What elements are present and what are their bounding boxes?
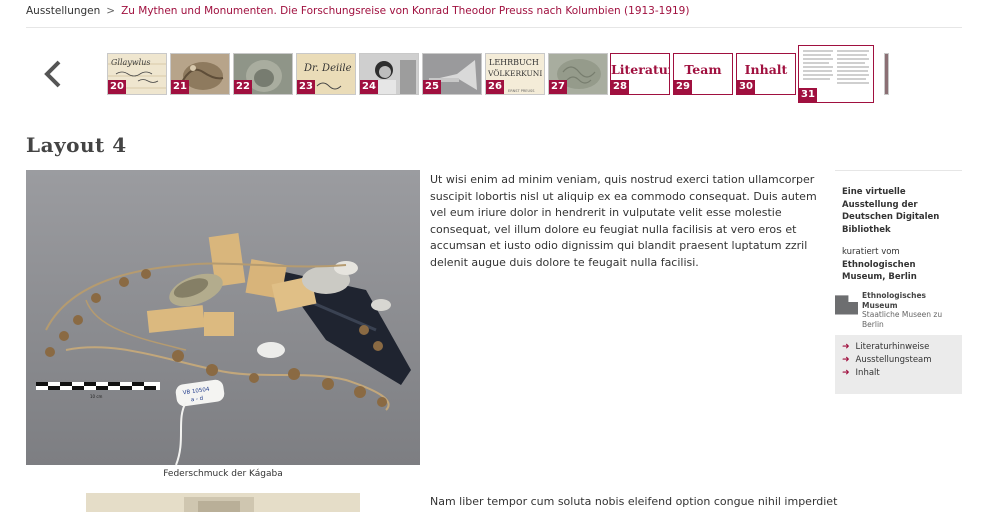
thumbnail-24[interactable]: 24 [359,53,419,95]
thumbnail-23[interactable]: Dr. Deiile 23 [296,53,356,95]
thumbnail-number: 27 [549,80,567,94]
thumbnail-number: 26 [486,80,504,94]
thumbnail-26-line2: VÖLKERKUNI [487,69,542,78]
arrow-right-icon: ➜ [842,342,850,352]
thumbnail-23-handwriting: Dr. Deiile [303,63,352,74]
main-image-feather-ornament[interactable]: 10 cm VB 10504 a - d [26,170,420,465]
thumbnail-number: 23 [297,80,315,94]
museum-logo-line1: Ethnologisches Museum [862,291,927,310]
breadcrumb: Ausstellungen > Zu Mythen und Monumenten. … [26,5,689,17]
thumbnail-number: 28 [611,80,629,94]
breadcrumb-current-link[interactable]: Zu Mythen und Monumenten. Die Forschungs… [121,5,689,17]
body-paragraph-1: Ut wisi enim ad minim veniam, quis nostr… [430,173,817,269]
museum-logo-icon [835,291,859,315]
sidebar-intro: Eine virtuelle Ausstellung der Deutschen… [842,186,960,284]
sidebar-curator-name: Ethnologischen Museum, Berlin [842,259,917,283]
thumbnail-32-partial[interactable] [884,53,889,95]
thumbnail-20[interactable]: Gllaywlus 20 [107,53,167,95]
sidebar-link-inhalt[interactable]: ➜ Inhalt [842,367,955,380]
thumbnail-20-handwriting: Gllaywlus [111,58,150,67]
thumbnail-number: 21 [171,80,189,94]
thumbnail-number: 25 [423,80,441,94]
sidebar-link-ausstellungsteam[interactable]: ➜ Ausstellungsteam [842,354,955,367]
thumbnail-label: Team [684,62,722,77]
page-title: Layout 4 [26,133,127,157]
thumbnail-number: 29 [674,80,692,94]
breadcrumb-separator: > [106,5,116,17]
thumbnail-label: Literatur [611,62,670,77]
thumbnail-30-inhalt[interactable]: Inhalt 30 [736,53,796,95]
thumbnail-27[interactable]: 27 [548,53,608,95]
thumbnail-31-active[interactable]: 31 [798,45,874,103]
sidebar-link-label: Literaturhinweise [855,342,930,352]
thumbnail-21[interactable]: 21 [170,53,230,95]
body-paragraph-2: Nam liber tempor cum soluta nobis eleife… [430,495,838,508]
scale-label: 10 cm [90,394,103,399]
thumbnail-26[interactable]: LEHRBUCH VÖLKERKUNI ERNST PREUSS 26 [485,53,545,95]
thumbnail-number: 31 [799,88,817,102]
arrow-right-icon: ➜ [842,368,850,378]
main-image-caption: Federschmuck der Kágaba [163,469,283,479]
thumbnail-28-literatur[interactable]: Literatur 28 [610,53,670,95]
thumbnail-29-team[interactable]: Team 29 [673,53,733,95]
museum-logo[interactable]: Ethnologisches Museum Staatliche Museen … [835,291,962,329]
chevron-left-icon [44,60,61,88]
second-image-photo [86,493,360,512]
sidebar-link-label: Inhalt [855,368,880,378]
previous-arrow-button[interactable] [38,56,68,92]
breadcrumb-home-link[interactable]: Ausstellungen [26,5,100,17]
arrow-right-icon: ➜ [842,355,850,365]
sidebar-link-label: Ausstellungsteam [855,355,932,365]
feather-ornament-photo: 10 cm VB 10504 a - d [26,170,420,465]
thumbnail-22[interactable]: 22 [233,53,293,95]
thumbnail-26-line3: ERNST PREUSS [508,89,535,93]
museum-logo-line2: Staatliche Museen zu Berlin [862,310,943,329]
museum-logo-text: Ethnologisches Museum Staatliche Museen … [862,291,962,329]
thumbnail-26-line1: LEHRBUCH [489,58,539,67]
second-image[interactable] [86,493,360,512]
header-divider [26,27,962,28]
sidebar-curated-label: kuratiert vom [842,247,900,257]
thumbnail-number: 22 [234,80,252,94]
sidebar-exhibition-title: Eine virtuelle Ausstellung der Deutschen… [842,187,940,235]
thumbnail-number: 24 [360,80,378,94]
sidebar-link-literaturhinweise[interactable]: ➜ Literaturhinweise [842,341,955,354]
thumbnail-25[interactable]: 25 [422,53,482,95]
sidebar-divider [835,170,962,171]
thumbnail-number: 20 [108,80,126,94]
thumbnail-number: 30 [737,80,755,94]
sidebar-links-box: ➜ Literaturhinweise ➜ Ausstellungsteam ➜… [835,335,962,394]
thumbnail-label: Inhalt [744,62,788,77]
